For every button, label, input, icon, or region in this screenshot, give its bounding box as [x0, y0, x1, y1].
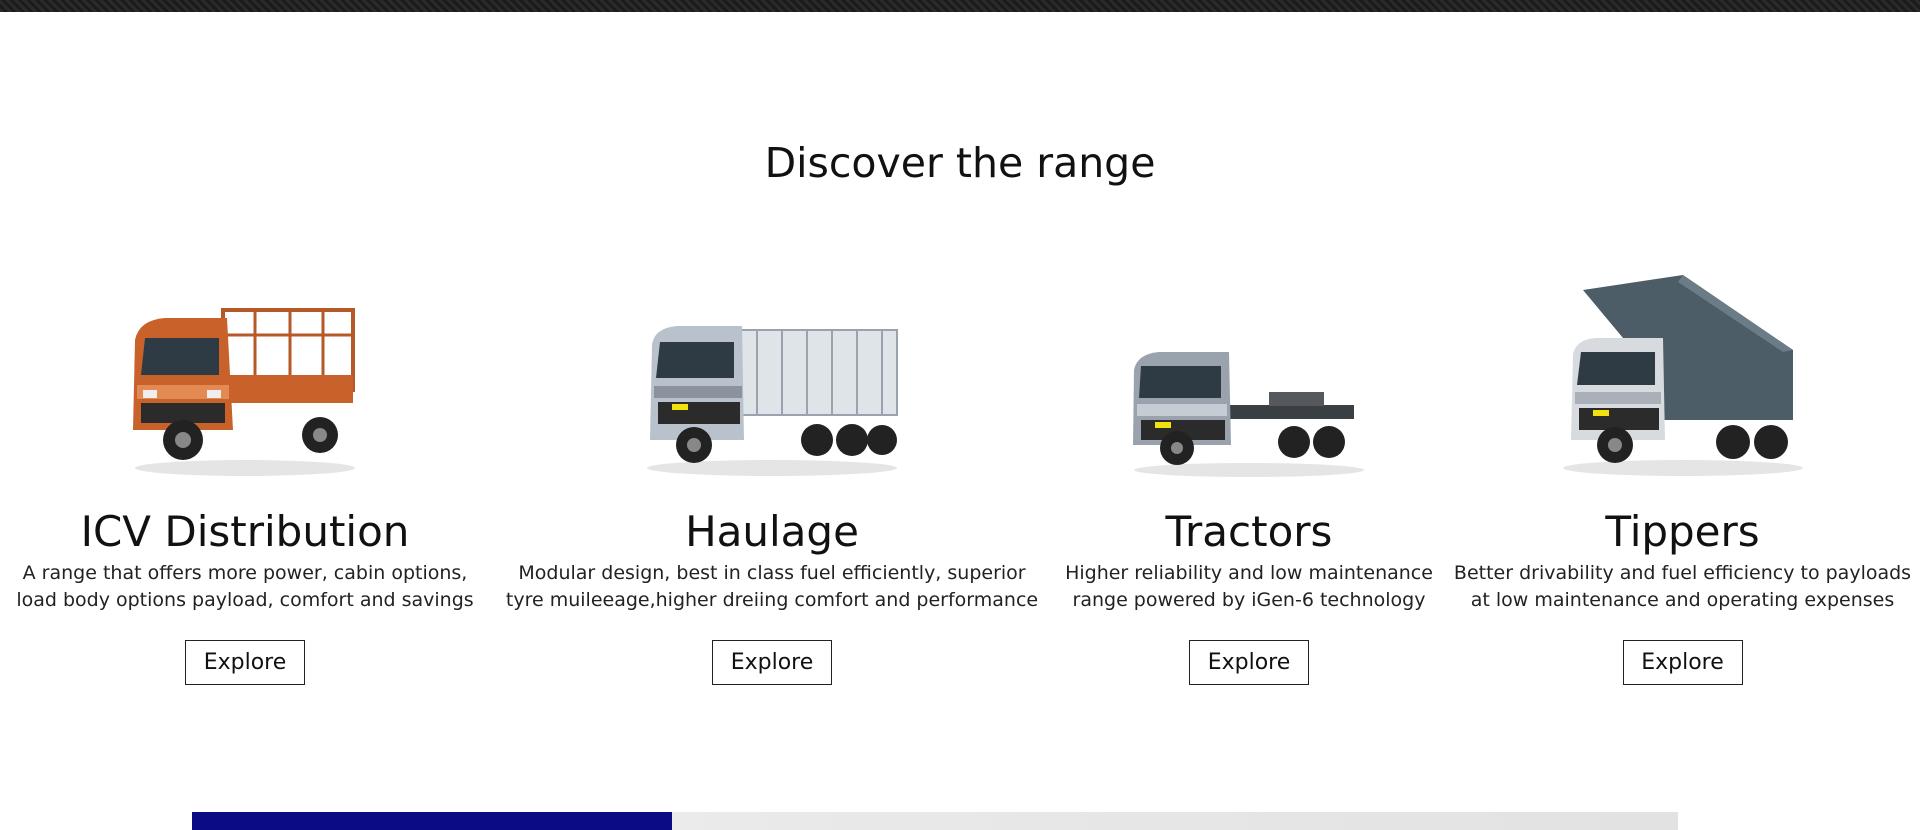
explore-button[interactable]: Explore: [185, 640, 305, 685]
icv-truck-icon: [133, 308, 355, 476]
truck-image-tractors: [1060, 270, 1438, 480]
card-title: ICV Distribution: [80, 507, 410, 556]
truck-image-tippers: [1445, 270, 1920, 480]
card-description: Higher reliability and low maintenance r…: [1065, 562, 1433, 611]
section-title: Discover the range: [764, 139, 1156, 187]
explore-button[interactable]: Explore: [1189, 640, 1309, 685]
range-card-haulage: Haulage Modular design, best in class fu…: [497, 270, 1047, 685]
range-card-tractors: Tractors Higher reliability and low main…: [1060, 270, 1438, 685]
tractor-truck-icon: [1133, 352, 1364, 477]
explore-button[interactable]: Explore: [712, 640, 832, 685]
bottom-banner: [192, 812, 1678, 830]
card-title: Tractors: [1165, 507, 1333, 556]
bottom-banner-accent: [192, 812, 672, 830]
explore-button[interactable]: Explore: [1622, 640, 1743, 685]
card-description: Modular design, best in class fuel effic…: [505, 562, 1039, 611]
truck-image-haulage: [497, 270, 1047, 480]
range-card-icv-distribution: ICV Distribution A range that offers mor…: [0, 270, 490, 685]
card-title: Haulage: [685, 507, 859, 556]
haulage-truck-icon: [647, 326, 898, 476]
top-header-strip: [0, 0, 1920, 12]
card-description: A range that offers more power, cabin op…: [16, 562, 474, 611]
card-description: Better drivability and fuel efficiency t…: [1453, 562, 1912, 611]
card-title: Tippers: [1605, 507, 1760, 556]
range-card-tippers: Tippers Better drivability and fuel effi…: [1445, 270, 1920, 685]
tipper-truck-icon: [1562, 275, 1803, 476]
truck-image-icv: [0, 270, 490, 480]
